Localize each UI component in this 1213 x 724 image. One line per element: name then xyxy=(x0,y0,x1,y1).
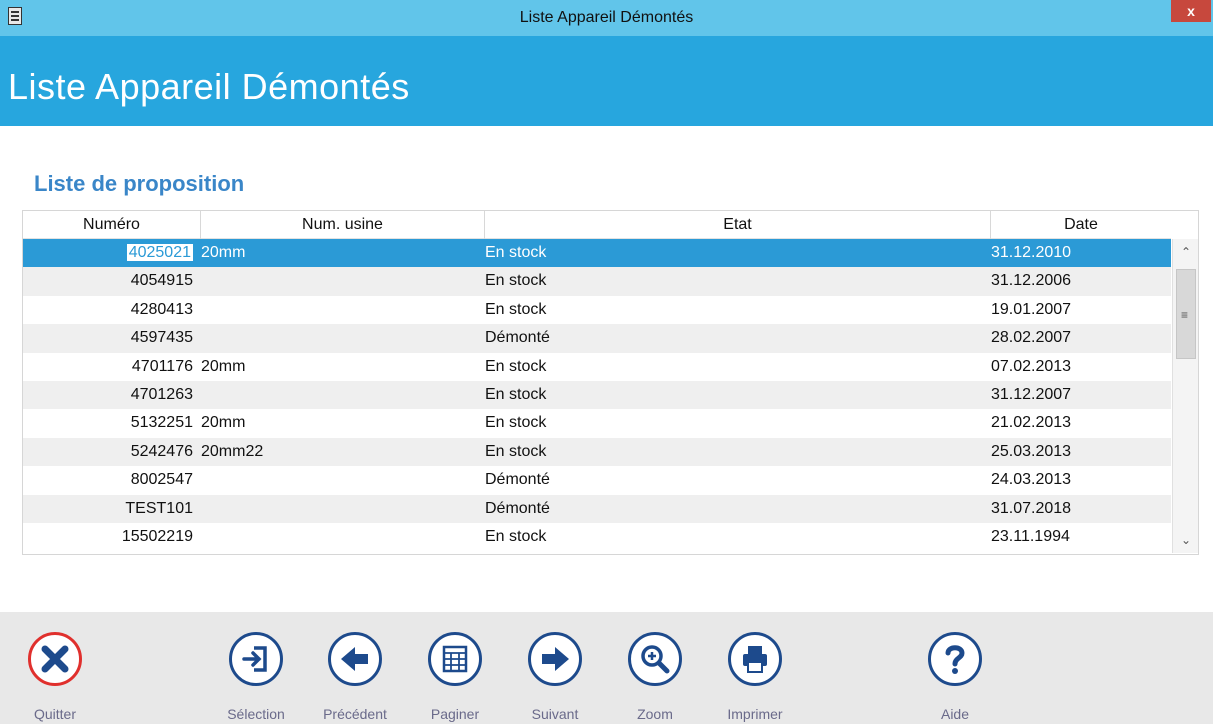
table-scrollbar[interactable]: ⌃ ≡ ⌄ xyxy=(1172,239,1198,553)
cell-numero: TEST101 xyxy=(125,499,193,517)
cell-num-usine xyxy=(201,523,481,551)
next-button[interactable]: Suivant xyxy=(510,622,600,722)
column-header-date[interactable]: Date xyxy=(991,211,1171,239)
paginate-label: Paginer xyxy=(430,706,480,722)
scroll-up-icon[interactable]: ⌃ xyxy=(1173,239,1199,265)
cell-numero: 15502219 xyxy=(121,527,193,545)
table-header: Numéro Num. usine Etat Date xyxy=(23,211,1171,239)
print-button[interactable]: Imprimer xyxy=(710,622,800,722)
cell-etat: En stock xyxy=(485,300,547,318)
page-header: Liste Appareil Démontés xyxy=(0,36,1213,126)
cell-etat: Démonté xyxy=(485,329,550,347)
cell-num-usine: 20mm22 xyxy=(201,442,264,460)
cell-date: 23.11.1994 xyxy=(991,527,1070,545)
selection-button[interactable]: Sélection xyxy=(211,622,301,722)
proposal-table: Numéro Num. usine Etat Date 4025021 20mm… xyxy=(22,210,1199,555)
cell-num-usine xyxy=(201,324,481,352)
table-body: 4025021 20mm En stock 31.12.2010 4054915… xyxy=(23,239,1171,551)
cell-date: 31.12.2007 xyxy=(991,385,1072,403)
cell-num-usine xyxy=(201,381,481,409)
cell-numero: 8002547 xyxy=(130,471,193,489)
cell-numero: 4701176 xyxy=(131,357,193,375)
table-row[interactable]: 15502219 En stock 23.11.1994 xyxy=(23,523,1171,551)
cell-etat: Démonté xyxy=(485,499,550,517)
cell-date: 07.02.2013 xyxy=(991,357,1072,375)
grip-icon: ≡ xyxy=(1181,308,1189,322)
table-row[interactable]: 5132251 20mm En stock 21.02.2013 xyxy=(23,409,1171,437)
cell-date: 24.03.2013 xyxy=(991,471,1072,489)
help-label: Aide xyxy=(940,706,970,722)
table-row[interactable]: 5242476 20mm22 En stock 25.03.2013 xyxy=(23,437,1171,467)
zoom-label: Zoom xyxy=(637,706,673,722)
cell-date: 28.02.2007 xyxy=(991,329,1072,347)
cell-etat: En stock xyxy=(485,527,547,545)
cell-numero: 4025021 xyxy=(23,239,193,267)
table-row[interactable]: 4054915 En stock 31.12.2006 xyxy=(23,267,1171,296)
quit-button[interactable]: Quitter xyxy=(10,622,100,722)
table-grid-icon xyxy=(428,632,482,686)
cell-num-usine xyxy=(201,296,481,324)
cell-date: 31.12.2010 xyxy=(991,244,1072,261)
help-button[interactable]: Aide xyxy=(910,622,1000,722)
cell-date: 19.01.2007 xyxy=(991,300,1072,318)
printer-icon xyxy=(728,632,782,686)
cell-num-usine xyxy=(201,267,481,295)
zoom-button[interactable]: Zoom xyxy=(610,622,700,722)
cell-date: 21.02.2013 xyxy=(991,414,1072,432)
quit-label: Quitter xyxy=(33,706,76,722)
cell-numero: 4054915 xyxy=(130,272,193,290)
cell-numero: 5242476 xyxy=(130,442,193,460)
window-close-button[interactable]: x xyxy=(1171,0,1211,22)
table-row[interactable]: TEST101 Démonté 31.07.2018 xyxy=(23,494,1171,523)
question-mark-icon xyxy=(928,632,982,686)
cell-etat: En stock xyxy=(485,414,547,432)
zoom-in-icon xyxy=(628,632,682,686)
cell-etat: En stock xyxy=(485,357,547,375)
cell-etat: En stock xyxy=(485,385,547,403)
cell-date: 31.12.2006 xyxy=(991,272,1072,290)
bottom-toolbar: Quitter Sélection Précédent Paginer Suiv… xyxy=(0,612,1213,724)
cell-date: 31.07.2018 xyxy=(991,499,1072,517)
window-title: Liste Appareil Démontés xyxy=(519,9,694,26)
column-header-etat[interactable]: Etat xyxy=(485,211,991,239)
cell-num-usine xyxy=(201,466,481,494)
scrollbar-thumb[interactable]: ≡ xyxy=(1176,269,1196,359)
arrow-right-icon xyxy=(528,632,582,686)
column-header-num-usine[interactable]: Num. usine xyxy=(201,211,485,239)
table-row[interactable]: 4597435 Démonté 28.02.2007 xyxy=(23,324,1171,353)
paginate-button[interactable]: Paginer xyxy=(410,622,500,722)
selection-label: Sélection xyxy=(227,706,285,722)
table-row[interactable]: 4280413 En stock 19.01.2007 xyxy=(23,296,1171,324)
cell-num-usine: 20mm xyxy=(201,414,246,432)
previous-label: Précédent xyxy=(323,706,387,722)
cell-etat: Démonté xyxy=(485,471,550,489)
cell-num-usine: 20mm xyxy=(201,357,246,375)
cell-num-usine: 20mm xyxy=(201,244,246,261)
cell-date: 25.03.2013 xyxy=(991,442,1072,460)
scroll-down-icon[interactable]: ⌄ xyxy=(1173,527,1199,553)
table-row[interactable]: 4701176 20mm En stock 07.02.2013 xyxy=(23,353,1171,381)
arrow-left-icon xyxy=(328,632,382,686)
print-label: Imprimer xyxy=(727,706,783,722)
table-row[interactable]: 8002547 Démonté 24.03.2013 xyxy=(23,466,1171,494)
cell-numero: 4280413 xyxy=(130,300,193,318)
close-x-icon xyxy=(28,632,82,686)
previous-button[interactable]: Précédent xyxy=(310,622,400,722)
cell-etat: En stock xyxy=(485,442,547,460)
table-row[interactable]: 4025021 20mm En stock 31.12.2010 xyxy=(23,239,1171,268)
cell-num-usine xyxy=(201,495,481,523)
cell-etat: En stock xyxy=(485,272,547,290)
enter-icon xyxy=(229,632,283,686)
table-row[interactable]: 4701263 En stock 31.12.2007 xyxy=(23,380,1171,410)
cell-numero: 5132251 xyxy=(130,414,193,432)
cell-numero-text: 4025021 xyxy=(126,244,193,261)
column-header-numero[interactable]: Numéro xyxy=(23,211,201,239)
page-title: Liste Appareil Démontés xyxy=(8,66,410,107)
cell-numero: 4701263 xyxy=(130,385,193,403)
cell-etat: En stock xyxy=(485,244,547,261)
section-title: Liste de proposition xyxy=(34,171,245,196)
window-titlebar: Liste Appareil Démontés x xyxy=(0,0,1213,36)
cell-numero: 4597435 xyxy=(130,329,193,347)
next-label: Suivant xyxy=(531,706,579,722)
